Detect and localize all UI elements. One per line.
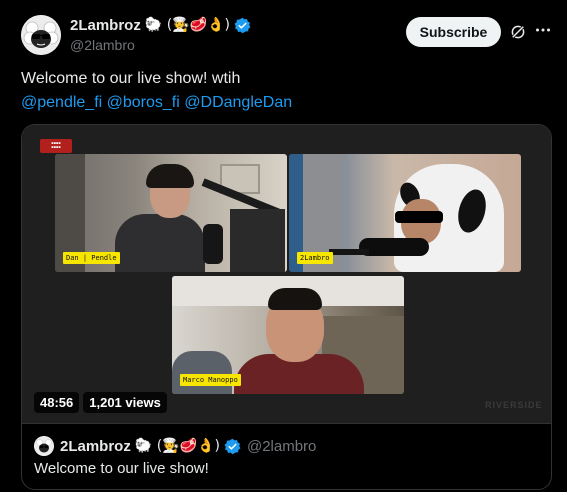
post: 2Lambroz 🐑 (🧑‍🍳🥩👌) @2lambro Subscribe We… [0,0,567,492]
video-overlay: 48:56 1,201 views [34,392,167,413]
media-card: ▪▪▪▪ ▪▪▪▪ Dan | Pendle 2Lambro Marco Man… [21,124,552,490]
video-tile-dan: Dan | Pendle [55,154,287,272]
author-display-name[interactable]: 2Lambroz [70,17,141,34]
video-tile-marco: Marco Manoppo [172,276,404,394]
quoted-author-row: 2Lambroz 🐑 (🧑‍🍳🥩👌) @2lambro [60,436,316,456]
quoted-author-avatar [34,436,54,456]
quoted-post[interactable]: 2Lambroz 🐑 (🧑‍🍳🥩👌) @2lambro Welcome to o… [22,423,551,489]
video-view-count: 1,201 views [83,392,167,413]
verified-badge-icon [224,438,241,454]
video-watermark: RIVERSIDE [485,400,543,410]
quoted-text: Welcome to our live show! [34,460,209,477]
author-avatar[interactable] [21,15,61,55]
grok-icon[interactable] [509,23,527,41]
mention-boros[interactable]: @boros_fi [107,94,180,111]
author-handle[interactable]: @2lambro [70,37,251,53]
verified-badge-icon [234,17,251,33]
subscribe-button[interactable]: Subscribe [406,17,501,47]
mention-ddangledan[interactable]: @DDangleDan [184,94,292,111]
video-tile-2lambro: 2Lambro [289,154,521,272]
participant-name-tag: Marco Manoppo [180,374,241,386]
video-duration: 48:56 [34,392,80,413]
author-name-row: 2Lambroz 🐑 (🧑‍🍳🥩👌) [70,14,251,36]
tweet-body: Welcome to our live show! wtih [21,70,241,87]
sheep-avatar-icon [21,15,61,55]
author-name-emoji: 🐑 (🧑‍🍳🥩👌) [144,17,230,33]
quoted-display-name: 2Lambroz [60,437,131,455]
participant-name-tag: Dan | Pendle [63,252,120,264]
author-info: 2Lambroz 🐑 (🧑‍🍳🥩👌) @2lambro [70,14,251,53]
tweet-text: Welcome to our live show! wtih @pendle_f… [21,67,541,115]
studio-logo-icon: ▪▪▪▪ ▪▪▪▪ [40,139,72,153]
mention-pendle[interactable]: @pendle_fi [21,94,102,111]
more-options-icon[interactable] [535,22,551,42]
quoted-name-emoji: 🐑 (🧑‍🍳🥩👌) [134,438,220,454]
video-player[interactable]: ▪▪▪▪ ▪▪▪▪ Dan | Pendle 2Lambro Marco Man… [22,125,551,423]
participant-name-tag: 2Lambro [297,252,333,264]
quoted-handle: @2lambro [246,437,317,455]
sheep-avatar-icon [34,436,54,456]
